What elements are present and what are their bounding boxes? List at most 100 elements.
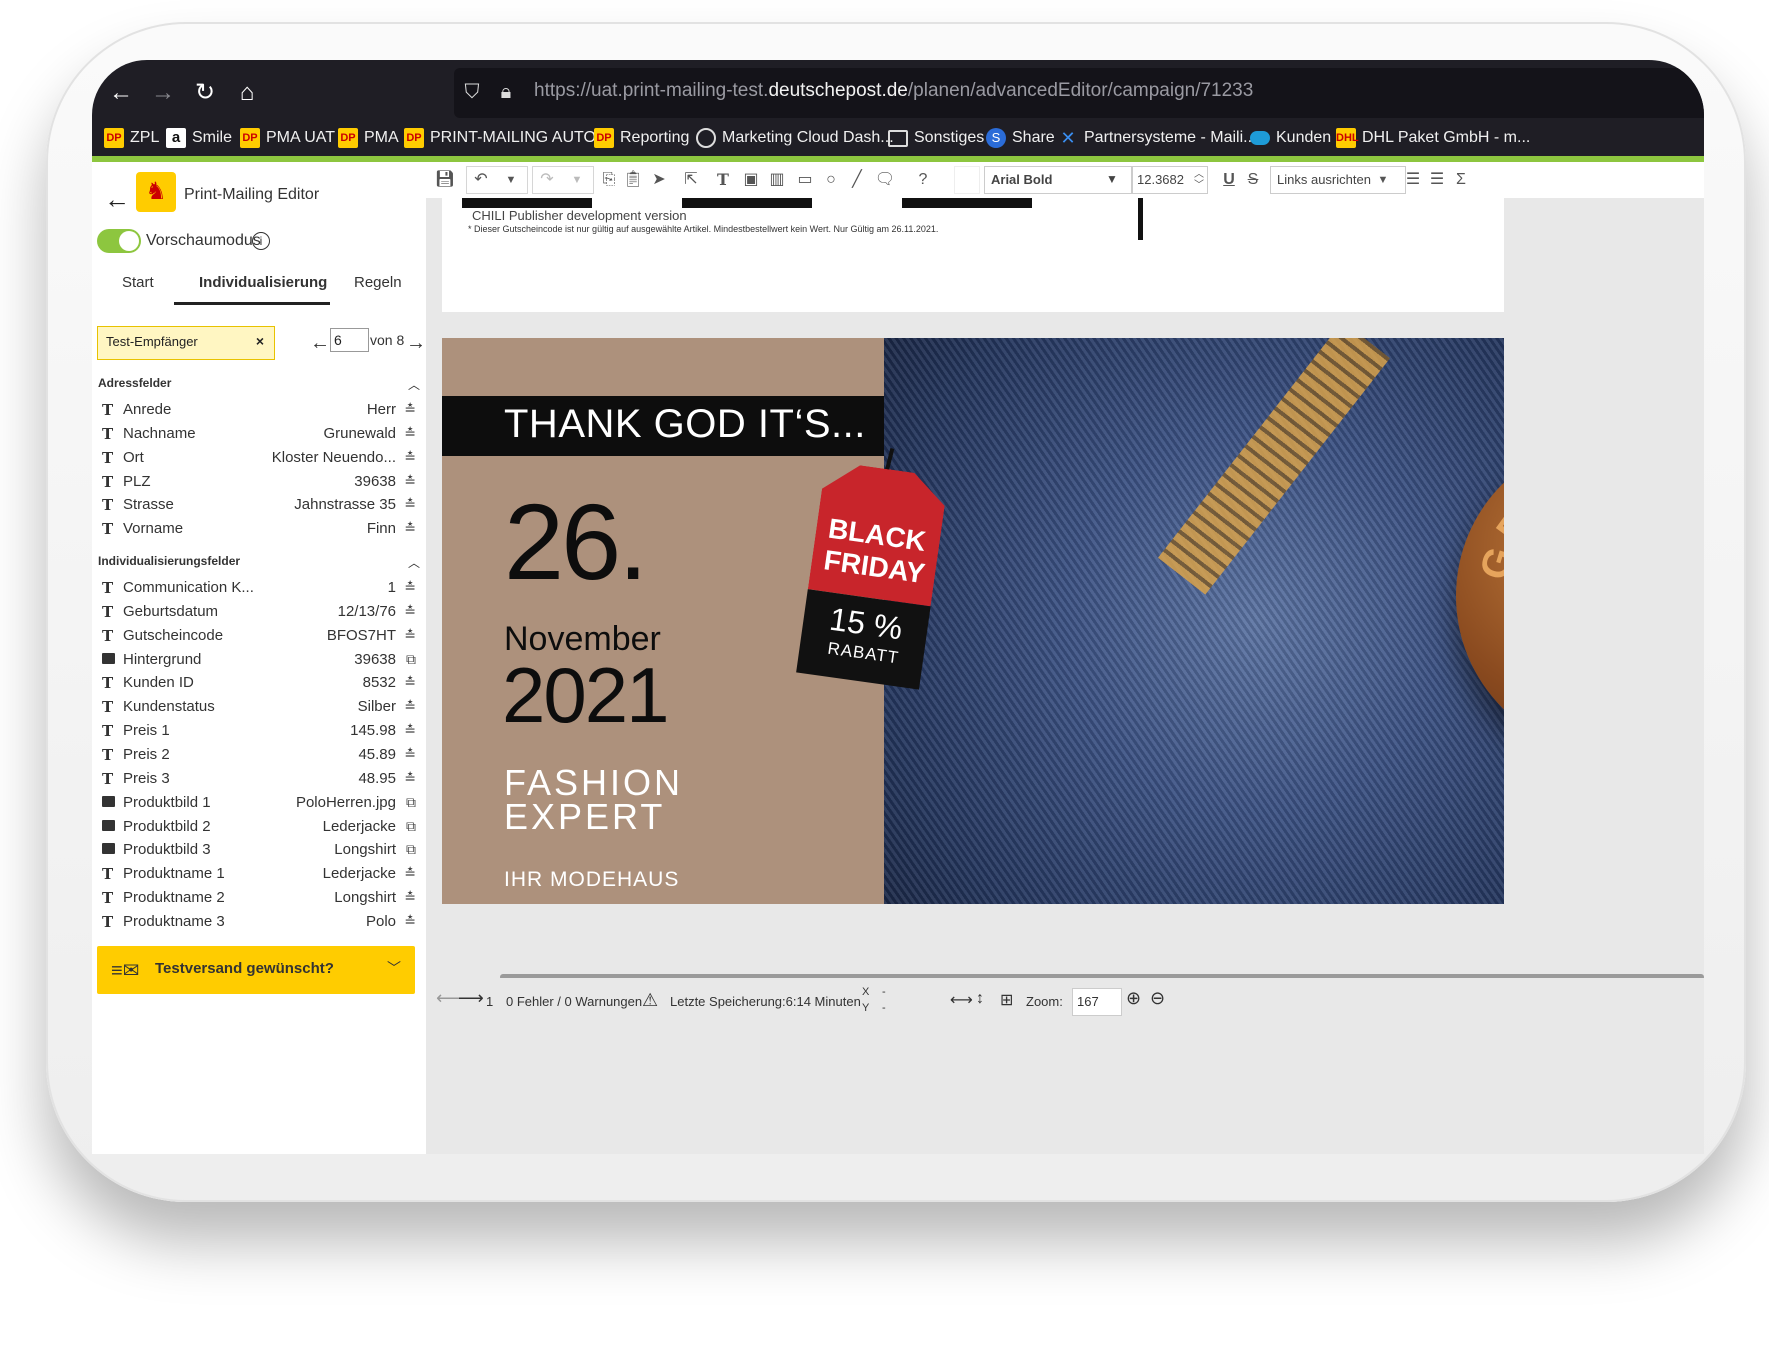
field-row[interactable]: T Gutscheincode BFOS7HT ≛: [92, 624, 422, 648]
bookmark-kunden[interactable]: Kunden: [1250, 126, 1331, 150]
fit-page-icon[interactable]: ⊞: [1000, 990, 1013, 1010]
redo-icon[interactable]: ↷: [536, 169, 558, 191]
insert-field-icon[interactable]: ≛: [404, 770, 416, 787]
circle-icon[interactable]: ○: [820, 169, 842, 191]
zoom-out-icon[interactable]: ⊖: [1150, 988, 1165, 1009]
image-tool-icon[interactable]: ▣: [740, 169, 762, 191]
field-row[interactable]: T Kunden ID 8532 ≛: [92, 671, 422, 695]
testversand-panel[interactable]: ≡✉ Testversand gewünscht? ﹀: [97, 946, 415, 994]
zoom-in-icon[interactable]: ⊕: [1126, 988, 1141, 1009]
open-image-icon[interactable]: ⧉: [406, 794, 416, 811]
insert-field-icon[interactable]: ≛: [404, 473, 416, 490]
chevron-down-icon[interactable]: ▼: [1372, 169, 1394, 191]
field-row[interactable]: Produktbild 2 Lederjacke ⧉: [92, 815, 422, 839]
strikethrough-icon[interactable]: S: [1242, 169, 1264, 191]
bookmark-dhl-paket[interactable]: DHL DHL Paket GmbH - m...: [1336, 126, 1530, 150]
back-arrow-icon[interactable]: ←: [104, 184, 130, 215]
outdent-icon[interactable]: ☰: [1402, 169, 1424, 191]
page-next-icon[interactable]: ⟶: [458, 988, 484, 1009]
field-row[interactable]: T Produktname 2 Longshirt ≛: [92, 886, 422, 910]
bookmark-smile[interactable]: a Smile: [166, 126, 232, 150]
fit-width-icon[interactable]: ⟷: [950, 990, 973, 1010]
field-row[interactable]: T Geburtsdatum 12/13/76 ≛: [92, 600, 422, 624]
field-row[interactable]: T Produktname 1 Lederjacke ≛: [92, 862, 422, 886]
page-mailing[interactable]: THANK GOD IT‘S... 26. November 2021 FASH…: [442, 338, 1504, 904]
canvas-area[interactable]: CHILI Publisher development version * Di…: [426, 198, 1704, 978]
text-tool-icon[interactable]: T: [712, 169, 734, 191]
next-arrow-icon[interactable]: →: [406, 332, 426, 355]
select-icon[interactable]: ➤: [648, 169, 670, 191]
field-row[interactable]: T Communication K... 1 ≛: [92, 576, 422, 600]
open-image-icon[interactable]: ⧉: [406, 841, 416, 858]
field-row[interactable]: T Kundenstatus Silber ≛: [92, 695, 422, 719]
comment-icon[interactable]: 🗨︎: [874, 169, 896, 191]
field-row[interactable]: T Strasse Jahnstrasse 35 ≛: [92, 493, 422, 517]
bookmark-zpl[interactable]: DP ZPL: [104, 126, 159, 150]
prev-arrow-icon[interactable]: ←: [310, 332, 330, 355]
url-bar[interactable]: ⛉ 🔒︎ https://uat.print-mailing-test.deut…: [454, 68, 1704, 118]
save-icon[interactable]: 💾︎: [434, 169, 456, 191]
info-icon[interactable]: i: [252, 232, 270, 250]
bookmark-print-mailing-auto[interactable]: DP PRINT-MAILING AUTO...: [404, 126, 609, 150]
insert-field-icon[interactable]: ≛: [404, 698, 416, 715]
insert-field-icon[interactable]: ≛: [404, 627, 416, 644]
field-row[interactable]: T Vorname Finn ≛: [92, 517, 422, 541]
insert-field-icon[interactable]: ≛: [404, 520, 416, 537]
insert-field-icon[interactable]: ≛: [404, 401, 416, 418]
copy-icon[interactable]: ⎘: [598, 169, 620, 191]
sigma-icon[interactable]: Σ: [1450, 169, 1472, 191]
bookmark-pma[interactable]: DP PMA: [338, 126, 399, 150]
url-text[interactable]: https://uat.print-mailing-test.deutschep…: [534, 80, 1253, 102]
preview-toggle[interactable]: [97, 229, 141, 253]
chevron-up-icon[interactable]: ︿: [408, 554, 420, 571]
chevron-down-icon[interactable]: ▼: [566, 169, 588, 191]
fit-height-icon[interactable]: ↕: [976, 990, 984, 1008]
shield-icon[interactable]: ⛉: [458, 78, 486, 106]
insert-field-icon[interactable]: ≛: [404, 603, 416, 620]
insert-field-icon[interactable]: ≛: [404, 425, 416, 442]
bookmark-partnersysteme[interactable]: ✕ Partnersysteme - Maili...: [1058, 126, 1256, 150]
home-icon[interactable]: ⌂: [230, 76, 264, 110]
field-row[interactable]: T Preis 2 45.89 ≛: [92, 743, 422, 767]
field-row[interactable]: Hintergrund 39638 ⧉: [92, 648, 422, 672]
page-input[interactable]: 6: [330, 328, 369, 352]
barcode-icon[interactable]: ▥: [766, 169, 788, 191]
field-row[interactable]: T Produktname 3 Polo ≛: [92, 910, 422, 934]
insert-field-icon[interactable]: ≛: [404, 865, 416, 882]
help-icon[interactable]: ?: [912, 169, 934, 191]
bookmark-marketing-cloud[interactable]: Marketing Cloud Dash...: [696, 126, 894, 150]
tab-regeln[interactable]: Regeln: [354, 274, 402, 291]
insert-field-icon[interactable]: ≛: [404, 746, 416, 763]
open-image-icon[interactable]: ⧉: [406, 818, 416, 835]
chevron-down-icon[interactable]: ▼: [1098, 166, 1126, 192]
field-row[interactable]: Produktbild 1 PoloHerren.jpg ⧉: [92, 791, 422, 815]
tab-start[interactable]: Start: [122, 274, 154, 291]
chevron-down-icon[interactable]: ▼: [500, 169, 522, 191]
direct-select-icon[interactable]: ⇱: [680, 169, 702, 191]
field-row[interactable]: T Preis 3 48.95 ≛: [92, 767, 422, 791]
field-row[interactable]: T Ort Kloster Neuendo... ≛: [92, 446, 422, 470]
insert-field-icon[interactable]: ≛: [404, 496, 416, 513]
reload-icon[interactable]: ↻: [188, 76, 222, 110]
bookmark-reporting[interactable]: DP Reporting: [594, 126, 689, 150]
stepper-icon[interactable]: ︿ ﹀: [1188, 169, 1210, 191]
bookmark-sonstiges[interactable]: Sonstiges: [888, 126, 984, 150]
insert-field-icon[interactable]: ≛: [404, 579, 416, 596]
indent-icon[interactable]: ☰: [1426, 169, 1448, 191]
rectangle-icon[interactable]: ▭: [794, 169, 816, 191]
insert-field-icon[interactable]: ≛: [404, 674, 416, 691]
forward-icon[interactable]: →: [146, 76, 180, 110]
chevron-up-icon[interactable]: ︿: [408, 376, 420, 393]
field-row[interactable]: T PLZ 39638 ≛: [92, 470, 422, 494]
zoom-input[interactable]: 167: [1072, 988, 1122, 1016]
line-icon[interactable]: ╱: [846, 169, 868, 191]
chevron-down-icon[interactable]: ﹀: [387, 958, 401, 978]
field-row[interactable]: T Nachname Grunewald ≛: [92, 422, 422, 446]
bookmark-pma-uat[interactable]: DP PMA UAT: [240, 126, 335, 150]
paste-icon[interactable]: 📋︎: [622, 169, 644, 191]
insert-field-icon[interactable]: ≛: [404, 889, 416, 906]
insert-field-icon[interactable]: ≛: [404, 913, 416, 930]
color-swatch[interactable]: [954, 166, 980, 194]
bookmark-share[interactable]: S Share: [986, 126, 1055, 150]
field-row[interactable]: Produktbild 3 Longshirt ⧉: [92, 838, 422, 862]
